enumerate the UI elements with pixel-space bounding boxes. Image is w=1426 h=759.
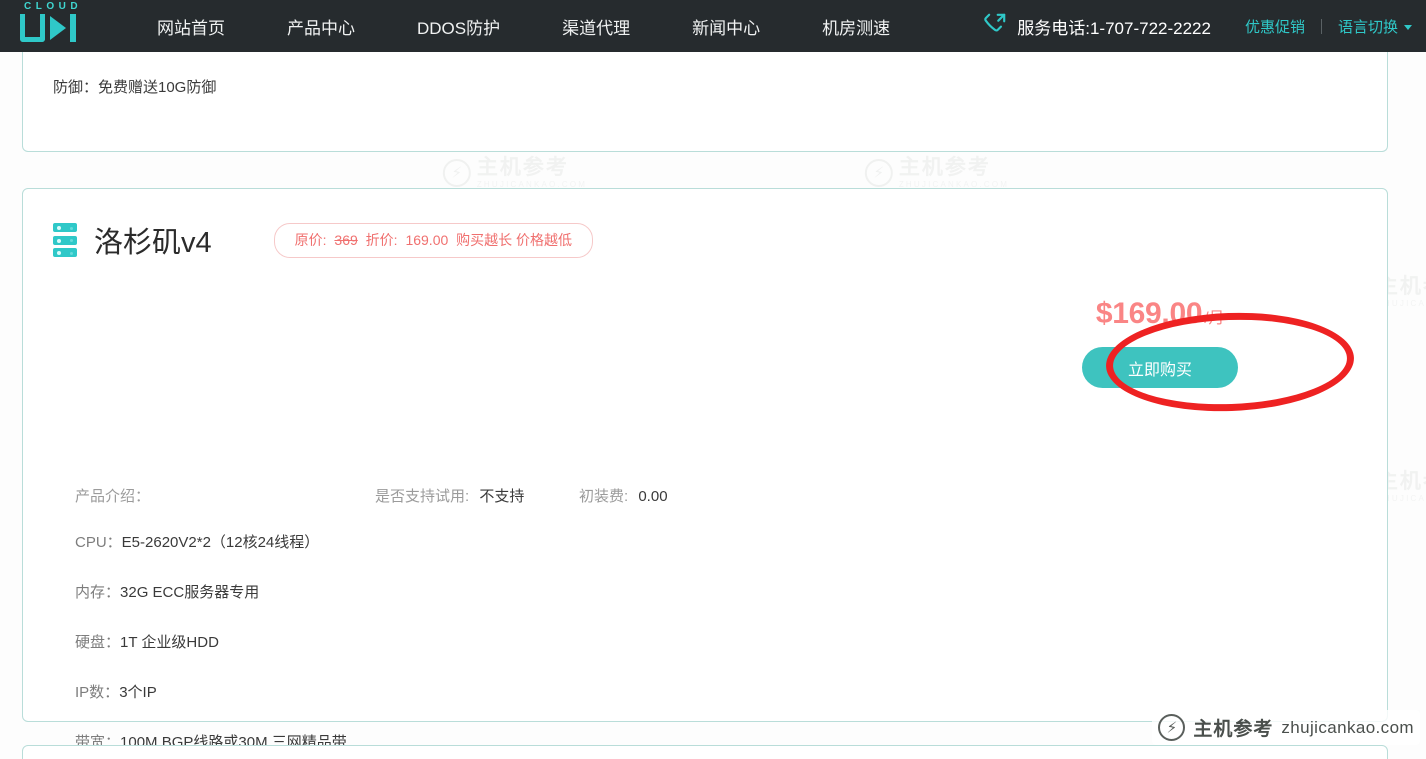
product-intro-label: 产品介绍： <box>75 488 151 505</box>
promo-original-label: 原价: <box>294 231 327 248</box>
buy-now-button[interactable]: 立即购买 <box>1082 347 1238 388</box>
logo-letter-u-icon <box>20 14 45 42</box>
product-price: $169.00 /月 <box>1095 297 1225 331</box>
spec-row-cpu: CPU：E5-2620V2*2（12核24线程） <box>75 531 635 581</box>
brand-watermark-badge: 主机参考 zhujicankao.com <box>1152 710 1420 745</box>
promo-badge: 原价: 369 折价: 169.00 购买越长 价格越低 <box>273 222 594 258</box>
price-unit: /月 <box>1204 310 1225 327</box>
nav-item-agency[interactable]: 渠道代理 <box>531 14 661 39</box>
watermark: 主机参考 ZHUJICANKAO.COM <box>442 156 587 189</box>
lightning-circle-icon <box>442 159 471 187</box>
spec-value-cpu: E5-2620V2*2（12核24线程） <box>121 534 320 551</box>
spec-row-disk: 硬盘：1T 企业级HDD <box>75 631 635 681</box>
promo-discount-label: 折价: <box>365 231 398 248</box>
nav-right-section: 服务电话:1-707-722-2222 优惠促销 语言切换 <box>982 11 1426 42</box>
lightning-circle-icon <box>864 159 893 187</box>
spec-key-memory: 内存： <box>75 584 121 601</box>
trial-support-label: 是否支持试用: <box>375 488 470 505</box>
logo-letter-n-icon <box>50 14 80 42</box>
watermark-cn: 主机参考 <box>898 156 991 179</box>
nav-items: 网站首页 产品中心 DDOS防护 渠道代理 新闻中心 机房测速 <box>126 14 921 39</box>
brand-badge-cn: 主机参考 <box>1193 719 1274 740</box>
promo-original-price: 369 <box>334 231 358 248</box>
nav-item-home[interactable]: 网站首页 <box>126 14 256 39</box>
spec-row-memory: 内存：32G ECC服务器专用 <box>75 581 635 631</box>
chevron-down-icon <box>1404 24 1412 30</box>
service-phone[interactable]: 服务电话:1-707-722-2222 <box>982 11 1211 42</box>
price-amount: $169.00 <box>1095 297 1203 330</box>
setup-fee-label: 初装费: <box>579 488 629 505</box>
lightning-circle-icon <box>1158 714 1186 741</box>
brand-badge-en: zhujicankao.com <box>1281 717 1414 737</box>
setup-fee-value: 0.00 <box>638 488 668 505</box>
nav-item-news[interactable]: 新闻中心 <box>661 14 791 39</box>
top-navigation-bar: CLOUD 网站首页 产品中心 DDOS防护 渠道代理 新闻中心 机房测速 服务… <box>0 0 1426 52</box>
next-product-card <box>22 745 1388 759</box>
logo-wordmark: CLOUD <box>24 1 83 12</box>
product-card-header: 洛杉矶v4 原价: 369 折价: 169.00 购买越长 价格越低 <box>53 219 594 261</box>
server-stack-icon <box>53 223 77 257</box>
previous-card-defense-line: 防御：免费赠送10G防御 <box>53 79 217 96</box>
spec-value-memory: 32G ECC服务器专用 <box>120 584 260 601</box>
spec-row-ip: IP数：3个IP <box>75 681 635 731</box>
nav-item-products[interactable]: 产品中心 <box>256 14 386 39</box>
product-intro-meta: 产品介绍： <box>75 485 150 506</box>
setup-fee-meta: 初装费: 0.00 <box>579 485 668 506</box>
watermark-cn: 主机参考 <box>476 156 569 179</box>
watermark: 主机参考 ZHUJICANKAO.COM <box>864 156 1009 189</box>
promo-tagline: 购买越长 价格越低 <box>456 231 573 248</box>
spec-key-ip: IP数： <box>75 684 120 701</box>
language-switcher[interactable]: 语言切换 <box>1338 16 1420 37</box>
product-title: 洛杉矶v4 <box>94 227 212 259</box>
nav-item-speedtest[interactable]: 机房测速 <box>791 14 921 39</box>
phone-number-text: 服务电话:1-707-722-2222 <box>1017 18 1211 38</box>
nav-item-ddos[interactable]: DDOS防护 <box>386 14 531 39</box>
spec-key-cpu: CPU： <box>75 534 122 551</box>
trial-support-value: 不支持 <box>479 488 525 505</box>
nav-divider <box>1320 18 1322 34</box>
product-card: 洛杉矶v4 原价: 369 折价: 169.00 购买越长 价格越低 产品介绍：… <box>22 188 1388 751</box>
nav-promotion-link[interactable]: 优惠促销 <box>1245 16 1305 37</box>
product-spec-list: CPU：E5-2620V2*2（12核24线程） 内存：32G ECC服务器专用… <box>75 531 635 759</box>
spec-value-disk: 1T 企业级HDD <box>120 634 219 651</box>
language-switcher-label: 语言切换 <box>1337 18 1398 36</box>
site-logo[interactable]: CLOUD <box>2 0 90 52</box>
purchase-column: $169.00 /月 立即购买 <box>1025 297 1295 388</box>
previous-product-card: 防御：免费赠送10G防御 <box>22 50 1388 152</box>
promo-discount-price: 169.00 <box>405 231 449 248</box>
page-root: 主机参考 ZHUJICANKAO.COM 主机参考 ZHUJICANKAO.CO… <box>0 0 1426 759</box>
trial-support-meta: 是否支持试用: 不支持 <box>375 485 524 506</box>
spec-value-ip: 3个IP <box>119 684 157 701</box>
phone-outgoing-icon <box>982 11 1008 42</box>
spec-key-disk: 硬盘： <box>75 634 121 651</box>
